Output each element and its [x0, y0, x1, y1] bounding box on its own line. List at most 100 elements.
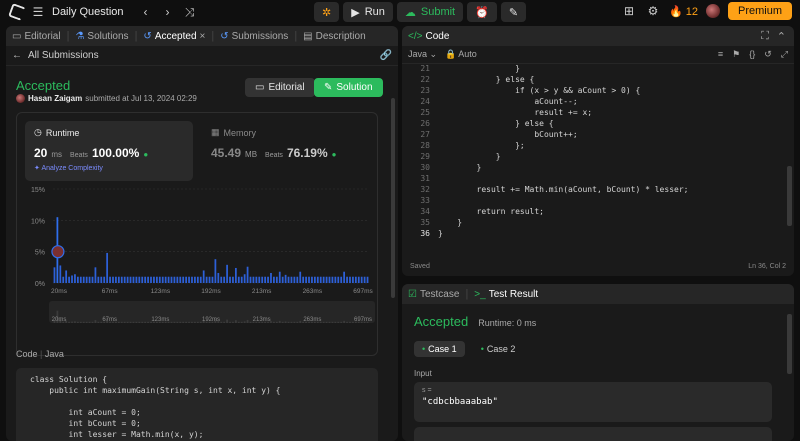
chart-bar — [217, 272, 220, 283]
analyze-complexity-link[interactable]: ✦ Analyze Complexity — [34, 164, 184, 172]
chart-bar — [334, 276, 337, 283]
user-avatar[interactable] — [16, 94, 25, 103]
chart-bar — [360, 276, 363, 283]
tab-editorial[interactable]: ▭ Editorial — [12, 31, 61, 42]
chart-bar — [352, 276, 354, 283]
overview-bar — [91, 321, 94, 323]
chart-bar — [270, 272, 272, 283]
runtime-card[interactable]: ◷ Runtime 20 ms Beats 100.00% ● ✦ Analyze… — [25, 121, 193, 181]
submission-status: Accepted — [16, 78, 71, 93]
layout-grid-icon[interactable]: ⊞ — [621, 4, 637, 18]
case-label: Case 1 — [428, 344, 457, 354]
left-scrollbar[interactable] — [390, 92, 396, 440]
user-name[interactable]: Hasan Zaigam — [28, 94, 82, 103]
language-select[interactable]: Java ⌄ — [408, 49, 437, 60]
code-editor[interactable]: 21 } 22 } else {23 if (x > y && aCount > … — [402, 63, 794, 261]
chart-bar — [366, 276, 369, 283]
result-scrollbar[interactable] — [787, 314, 792, 374]
line-number: 26 — [420, 119, 430, 128]
code-line: int aCount = 0; — [30, 408, 141, 417]
chart-bar — [53, 267, 56, 283]
arrow-left-icon[interactable]: ← — [12, 50, 22, 61]
tab-code[interactable]: </> Code — [408, 31, 449, 42]
chart-bar — [71, 275, 73, 283]
format-icon[interactable]: ≡ — [718, 49, 723, 60]
link-icon[interactable]: 🔗 — [380, 50, 392, 61]
overview-bar — [74, 321, 76, 323]
streak-counter[interactable]: 🔥 12 — [669, 5, 698, 18]
chevron-up-icon[interactable]: ⌃ — [777, 30, 786, 43]
gear-icon[interactable]: ⚙ — [645, 4, 661, 18]
x-tick-label: 67ms — [102, 288, 119, 295]
tab-solutions[interactable]: ⚗ Solutions — [75, 31, 128, 42]
overview-bar — [349, 321, 351, 323]
chart-bar — [158, 276, 161, 283]
leetcode-logo-icon[interactable] — [8, 3, 26, 21]
code-line: } — [438, 64, 520, 73]
chart-bar — [205, 276, 208, 283]
tab-divider: | — [66, 30, 70, 42]
overview-tick-label: 123ms — [151, 317, 169, 323]
chart-bar — [185, 276, 188, 283]
case-2-tab[interactable]: • Case 2 — [473, 341, 524, 357]
braces-icon[interactable]: {} — [749, 49, 755, 60]
overview-tick-label: 263ms — [303, 317, 321, 323]
fullscreen-icon[interactable]: ⤢ — [781, 49, 788, 60]
input-box-2 — [414, 427, 772, 441]
tab-submissions[interactable]: ↺ Submissions — [220, 31, 288, 42]
memory-unit: MB — [245, 150, 258, 159]
auto-toggle[interactable]: 🔒 Auto — [445, 49, 477, 60]
chart-bar — [164, 276, 167, 283]
line-number: 33 — [420, 196, 430, 205]
tab-test-result[interactable]: >_ Test Result — [474, 289, 538, 300]
overview-bar — [234, 320, 237, 323]
editorial-button[interactable]: ▭ Editorial — [245, 78, 315, 97]
scrollbar-thumb[interactable] — [391, 98, 395, 298]
code-line: result += Math.min(aCount, bCount) * les… — [438, 185, 689, 194]
chart-bar — [135, 276, 138, 283]
chart-bar — [147, 276, 149, 283]
overview-bar — [120, 321, 123, 323]
problem-list-title[interactable]: Daily Question — [52, 6, 124, 18]
chart-bar — [88, 276, 91, 283]
tab-description[interactable]: ▤ Description — [303, 31, 365, 42]
note-icon: ✎ — [508, 6, 519, 19]
problem-list-icon[interactable]: ☰ — [30, 5, 46, 19]
notes-button[interactable]: ✎ — [500, 2, 527, 22]
tab-label: Code — [425, 30, 450, 42]
memory-card[interactable]: ▦ Memory 45.49 MB Beats 76.19% ● — [202, 121, 370, 181]
timer-button[interactable]: ⏰ — [467, 2, 497, 22]
debug-button[interactable]: ✲ — [314, 2, 340, 22]
chart-bar — [278, 271, 281, 283]
tab-accepted[interactable]: ↺ Accepted × — [143, 31, 205, 42]
overview-bar — [123, 321, 126, 323]
overview-bar — [71, 321, 73, 323]
runtime-distribution-chart[interactable]: 15% 10% 5% 0% 20ms 67ms 123ms 192ms 213ms 263ms 69… — [17, 183, 379, 355]
chart-bar — [85, 276, 88, 283]
next-question-icon[interactable]: › — [160, 5, 176, 19]
bookmark-icon[interactable]: ⚑ — [732, 49, 740, 60]
submit-button[interactable]: ☁ Submit — [396, 2, 464, 22]
premium-button[interactable]: Premium — [727, 2, 792, 20]
code-line: bCount++; — [438, 130, 578, 139]
solution-button[interactable]: ✎ Solution — [314, 78, 383, 97]
case-1-tab[interactable]: • Case 1 — [414, 341, 465, 357]
runtime-label: Runtime — [45, 127, 80, 138]
chart-bar — [246, 266, 249, 283]
tab-testcase[interactable]: ☑ Testcase — [408, 289, 459, 300]
close-icon[interactable]: × — [200, 31, 206, 42]
run-button[interactable]: ▶ Run — [343, 2, 393, 22]
prev-question-icon[interactable]: ‹ — [138, 5, 154, 19]
reset-icon[interactable]: ↺ — [764, 49, 772, 60]
shuffle-icon[interactable]: ⤨ — [182, 5, 198, 19]
overview-bar — [94, 320, 97, 323]
avatar[interactable] — [705, 4, 720, 18]
chart-bar — [161, 276, 164, 283]
maximize-icon[interactable]: ⛶ — [761, 30, 769, 43]
editor-scrollbar[interactable] — [787, 166, 792, 226]
overview-bar — [229, 321, 231, 323]
all-submissions-link[interactable]: All Submissions — [28, 50, 99, 61]
result-status: Accepted — [414, 314, 469, 329]
chart-bar — [179, 276, 182, 283]
tab-label: Accepted — [154, 30, 197, 42]
